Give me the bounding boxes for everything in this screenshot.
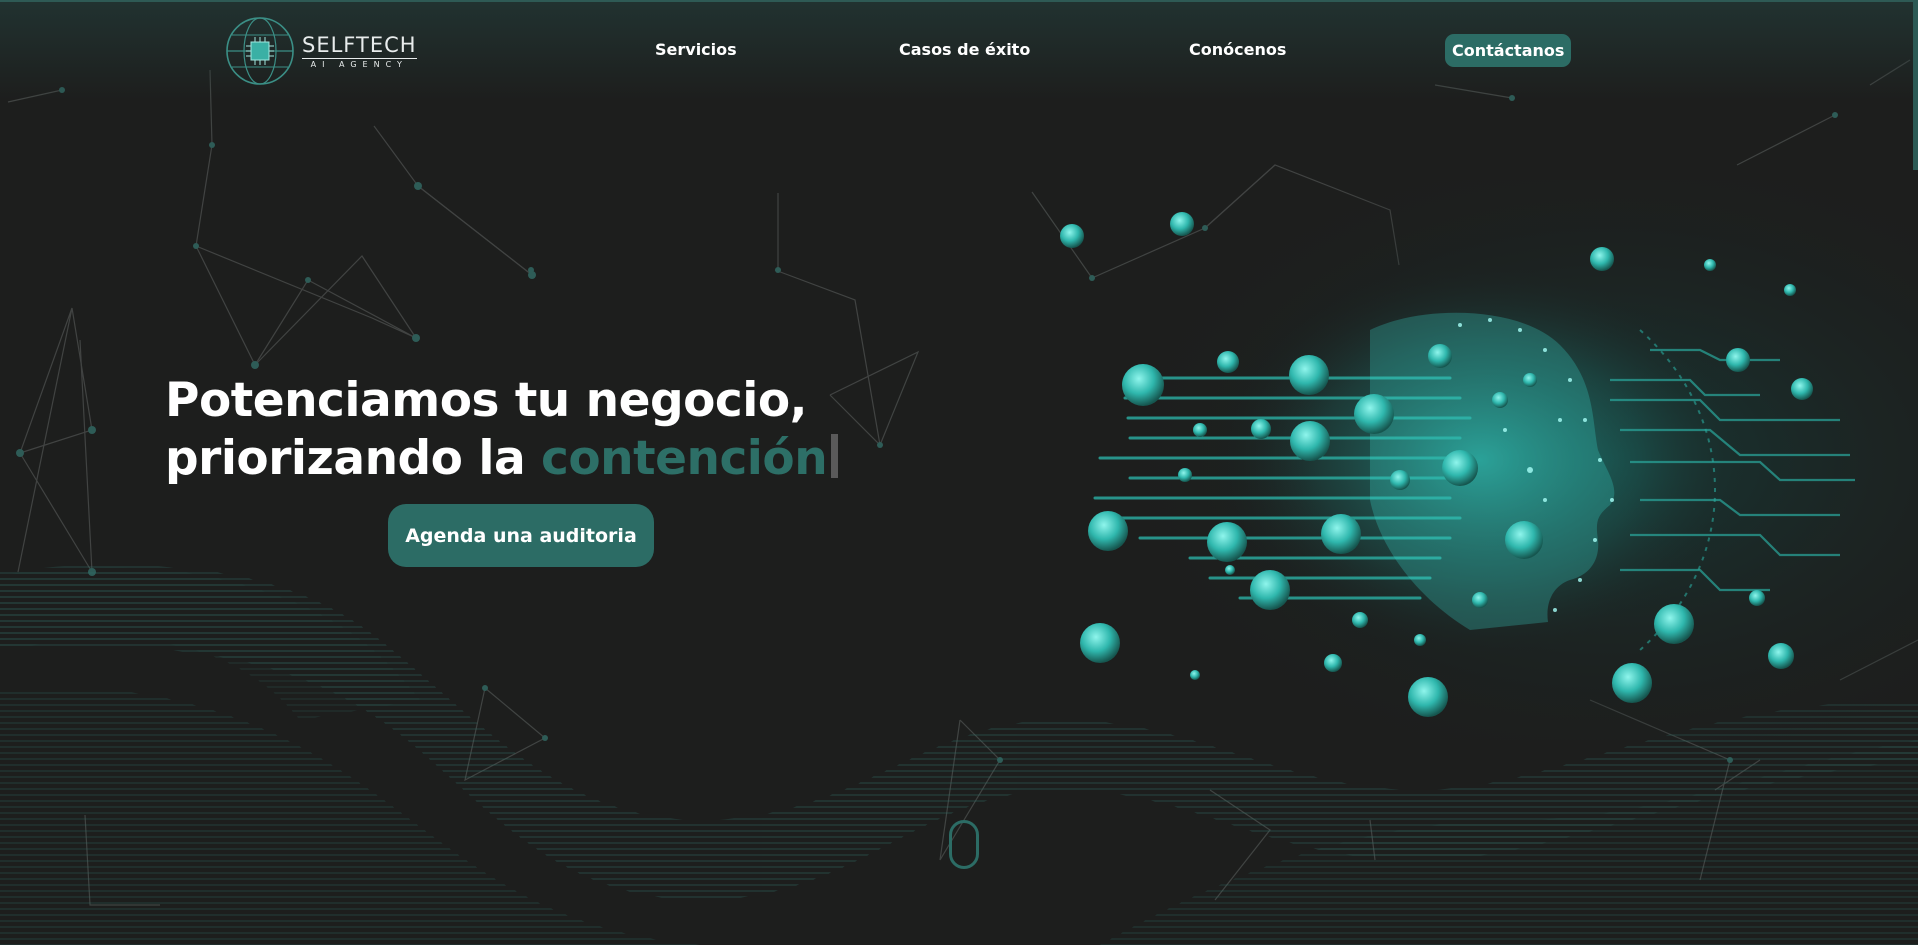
nav-contact-button[interactable]: Contáctanos (1445, 34, 1572, 67)
page-scrollbar[interactable] (1913, 0, 1918, 170)
scroll-mouse-icon[interactable] (949, 820, 979, 869)
hero-heading: Potenciamos tu negocio, priorizando la c… (165, 372, 839, 488)
typing-cursor (831, 434, 839, 478)
logo-wordmark: SELFTECH (302, 32, 417, 59)
nav-link-servicios[interactable]: Servicios (655, 40, 737, 59)
hero-heading-line-1: Potenciamos tu negocio, (165, 373, 808, 428)
hero-heading-accent-word: contención (541, 431, 828, 486)
logo-tagline: AI AGENCY (310, 59, 408, 69)
hero-heading-line-2-prefix: priorizando la (165, 431, 542, 486)
hero-heading-line-2: priorizando la contención (165, 430, 839, 488)
schedule-audit-button[interactable]: Agenda una auditoria (388, 504, 654, 567)
logo-text: SELFTECH AI AGENCY (302, 34, 417, 69)
nav-link-casos-de-exito[interactable]: Casos de éxito (899, 40, 1030, 59)
globe-chip-icon (226, 17, 294, 85)
logo[interactable]: SELFTECH AI AGENCY (224, 14, 430, 88)
nav-link-conocenos[interactable]: Conócenos (1189, 40, 1286, 59)
landing-page: SELFTECH AI AGENCY Servicios Casos de éx… (0, 0, 1918, 945)
site-header: SELFTECH AI AGENCY Servicios Casos de éx… (0, 0, 1918, 100)
